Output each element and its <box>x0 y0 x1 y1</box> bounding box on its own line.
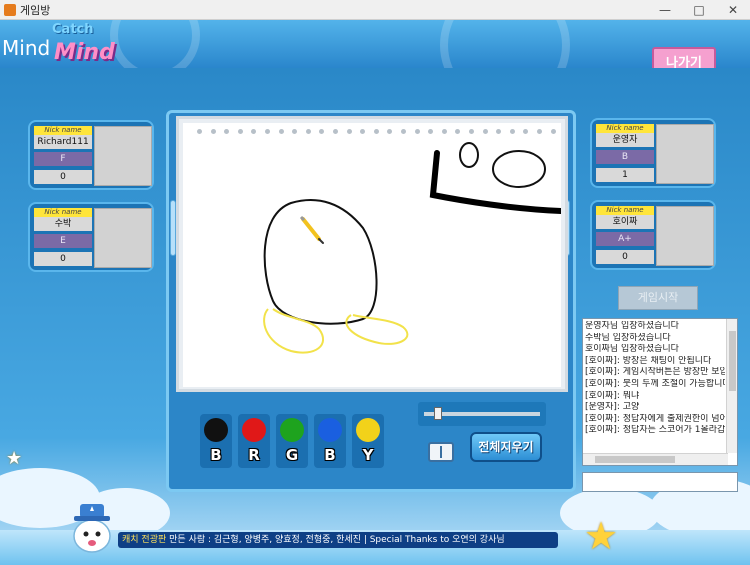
close-icon[interactable]: ✕ <box>716 0 750 20</box>
player-rank: A+ <box>596 232 654 246</box>
slider-thumb[interactable] <box>433 407 442 420</box>
eraser-button[interactable] <box>428 442 454 462</box>
chat-line: [호이짜]: 뭐냐 <box>585 390 640 401</box>
drawing-canvas[interactable] <box>176 116 568 392</box>
minimize-icon[interactable]: — <box>648 0 682 20</box>
color-letter: B <box>324 446 336 464</box>
chat-line: [운영자]: 고양 <box>585 402 640 413</box>
credits-marquee: 캐치 전광판 만든 사람 : 김근형, 양병주, 양효정, 전형중, 한세진 |… <box>118 532 558 548</box>
chat-line: 수박님 입장하셨습니다 <box>585 332 671 343</box>
window-title: 게임방 <box>20 3 51 17</box>
mascot-character-icon <box>73 504 111 553</box>
stroke-black-blob <box>263 199 378 325</box>
player-nick: 수박 <box>34 217 92 231</box>
player-nick: Richard111 <box>34 135 92 149</box>
color-button-yellow[interactable]: Y <box>352 414 384 468</box>
color-letter: B <box>210 446 222 464</box>
chat-input[interactable] <box>582 472 738 492</box>
game-start-button[interactable]: 게임시작 <box>618 286 698 310</box>
player-score: 0 <box>34 170 92 184</box>
player-score: 0 <box>596 250 654 264</box>
chat-line: [호이짜]: 정답자는 스코어가 1올라갑니 <box>585 425 725 436</box>
nick-name-tag: Nick name <box>596 206 654 215</box>
player-rank: B <box>596 150 654 164</box>
player-score: 1 <box>596 168 654 182</box>
color-palette: B R G B Y <box>198 414 394 470</box>
stroke-large-circle <box>492 150 546 188</box>
chat-lines: 운영자님 입장하셨습니다 수박님 입장하셨습니다 호이짜님 입장하셨습니다 [호… <box>585 321 725 449</box>
credits-text: 만든 사람 : 김근형, 양병주, 양효정, 전형중, 한세진 | Specia… <box>169 535 505 545</box>
overlay-mind-text: Mind <box>2 36 51 60</box>
player-panel-right-1: Nick name 운영자 B 1 <box>590 118 716 188</box>
exit-button[interactable]: 나가기 <box>652 47 716 68</box>
color-letter: G <box>285 446 299 464</box>
canvas-paper[interactable] <box>183 123 561 387</box>
pencil-cursor-icon <box>299 215 324 244</box>
chat-line: [호이짜]: 게임시작버튼은 방장만 보입니 <box>585 367 725 378</box>
player-score: 0 <box>34 252 92 266</box>
player-nick: 호이짜 <box>596 215 654 229</box>
blue-paint-icon <box>318 418 342 442</box>
logo-mind-text: Mind <box>54 40 115 65</box>
chat-log[interactable]: 운영자님 입장하셨습니다 수박님 입장하셨습니다 호이짜님 입장하셨습니다 [호… <box>582 318 738 466</box>
color-button-red[interactable]: R <box>238 414 270 468</box>
player-rank: F <box>34 152 92 166</box>
window-controls: — □ ✕ <box>648 0 750 20</box>
player-nick: 운영자 <box>596 133 654 147</box>
stroke-yellow-foot-right <box>345 314 409 345</box>
nick-name-tag: Nick name <box>596 124 654 133</box>
logo-catch-text: Catch <box>52 22 94 37</box>
chat-horizontal-scrollbar[interactable] <box>583 453 728 465</box>
player-panel-left-2: Nick name 수박 E 0 <box>28 202 154 272</box>
chat-line: 운영자님 입장하셨습니다 <box>585 321 679 331</box>
chat-line: [호이짜]: 정답자에게 출제권한이 넘어감 <box>585 413 725 424</box>
player-panel-right-2: Nick name 호이짜 A+ 0 <box>590 200 716 270</box>
player-panel-left-1: Nick name Richard111 F 0 <box>28 120 154 190</box>
maximize-icon[interactable]: □ <box>682 0 716 20</box>
banner-ring-decoration <box>110 20 200 68</box>
drawing-strokes <box>263 142 561 354</box>
player-avatar <box>94 126 152 186</box>
player-rank: E <box>34 234 92 248</box>
color-letter: Y <box>362 446 374 464</box>
nick-name-tag: Nick name <box>34 126 92 135</box>
player-avatar <box>94 208 152 268</box>
yellow-paint-icon <box>356 418 380 442</box>
red-paint-icon <box>242 418 266 442</box>
app-icon <box>4 3 16 16</box>
banner-ring-decoration <box>440 20 570 68</box>
color-button-blue[interactable]: B <box>314 414 346 468</box>
chat-line: [호이짜]: 방장은 채팅이 안됩니다 <box>585 355 712 366</box>
chat-horizontal-scroll-thumb[interactable] <box>595 456 675 463</box>
clear-all-button[interactable]: 전체지우기 <box>470 432 542 462</box>
chat-line: [호이짜]: 붓의 두께 조절이 가능합니다 <box>585 378 725 389</box>
color-button-black[interactable]: B <box>200 414 232 468</box>
stroke-yellow-foot-left <box>263 308 325 354</box>
star-icon: ★ <box>6 448 23 469</box>
window-titlebar: 게임방 — □ ✕ <box>0 0 750 20</box>
chat-line: 호이짜님 입장하셨습니다 <box>585 344 679 355</box>
chat-vertical-scroll-thumb[interactable] <box>729 331 736 391</box>
stroke-small-circle <box>459 142 479 168</box>
star-icon: ★ <box>584 514 619 558</box>
nick-name-tag: Nick name <box>34 208 92 217</box>
black-paint-icon <box>204 418 228 442</box>
chat-vertical-scrollbar[interactable] <box>726 319 737 453</box>
color-button-green[interactable]: G <box>276 414 308 468</box>
top-banner: Catch Mind 나가기 <box>0 20 750 68</box>
player-avatar <box>656 124 714 184</box>
green-paint-icon <box>280 418 304 442</box>
color-letter: R <box>248 446 260 464</box>
player-avatar <box>656 206 714 266</box>
brush-size-slider[interactable] <box>418 402 546 426</box>
board-label: 캐치 전광판 <box>122 535 167 545</box>
